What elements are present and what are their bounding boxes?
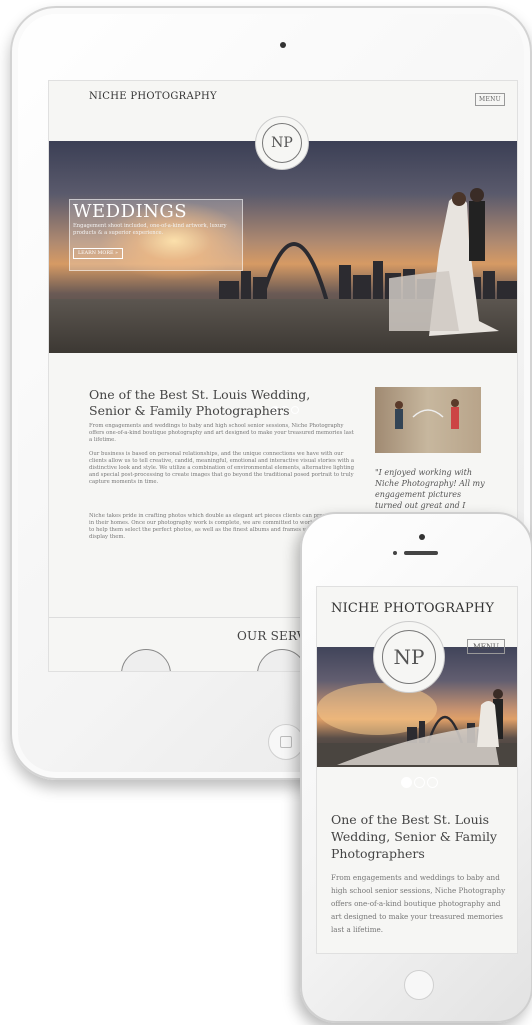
phone-camera [419, 534, 425, 540]
phone-speaker [404, 551, 438, 555]
phone-main-heading: One of the Best St. Louis Wedding, Senio… [331, 812, 497, 861]
np-logo[interactable]: NP [255, 116, 309, 170]
wedding-couple-image [389, 188, 499, 336]
tablet-camera [280, 42, 286, 48]
learn-more-button[interactable]: LEARN MORE » [73, 248, 123, 259]
phone-slider-dot[interactable] [401, 777, 412, 788]
phone-menu-button[interactable]: MENU [467, 639, 506, 654]
phone-paragraph: From engagements and weddings to baby an… [331, 873, 506, 934]
tablet-brand[interactable]: NICHE PHOTOGRAPHY [89, 91, 217, 102]
phone-np-logo[interactable]: NP [373, 621, 445, 693]
tablet-main-heading: One of the Best St. Louis Wedding, Senio… [89, 387, 311, 418]
rings-service-icon[interactable] [121, 649, 171, 671]
archery-couple-image [395, 399, 459, 429]
tablet-paragraph-1: From engagements and weddings to baby an… [89, 423, 354, 443]
tablet-hero-slider[interactable]: WEDDINGS Engagement shoot included, one-… [49, 141, 517, 414]
np-logo-monogram: NP [262, 123, 302, 163]
hero-title: WEDDINGS [73, 201, 188, 222]
phone-screen: NICHE PHOTOGRAPHY NP MENU One of the Bes… [316, 586, 518, 954]
testimonial-quote: "I enjoyed working with Niche Photograph… [375, 468, 485, 510]
phone-slider-dot[interactable] [414, 777, 425, 788]
hero-subtitle: Engagement shoot included, one-of-a-kind… [73, 223, 227, 236]
phone-brand[interactable]: NICHE PHOTOGRAPHY [331, 601, 494, 616]
phone-slider-dots [401, 773, 440, 792]
tablet-home-button[interactable] [268, 724, 304, 760]
services-heading: OUR SERV [237, 629, 306, 643]
phone-slider-dot[interactable] [427, 777, 438, 788]
phone-sensor [393, 551, 397, 555]
phone-home-button[interactable] [404, 970, 434, 1000]
tablet-paragraph-2: Our business is based on personal relati… [89, 451, 355, 485]
phone-np-logo-monogram: NP [382, 630, 436, 684]
engagement-photo[interactable] [375, 387, 481, 453]
tablet-menu-button[interactable]: MENU [475, 93, 506, 106]
